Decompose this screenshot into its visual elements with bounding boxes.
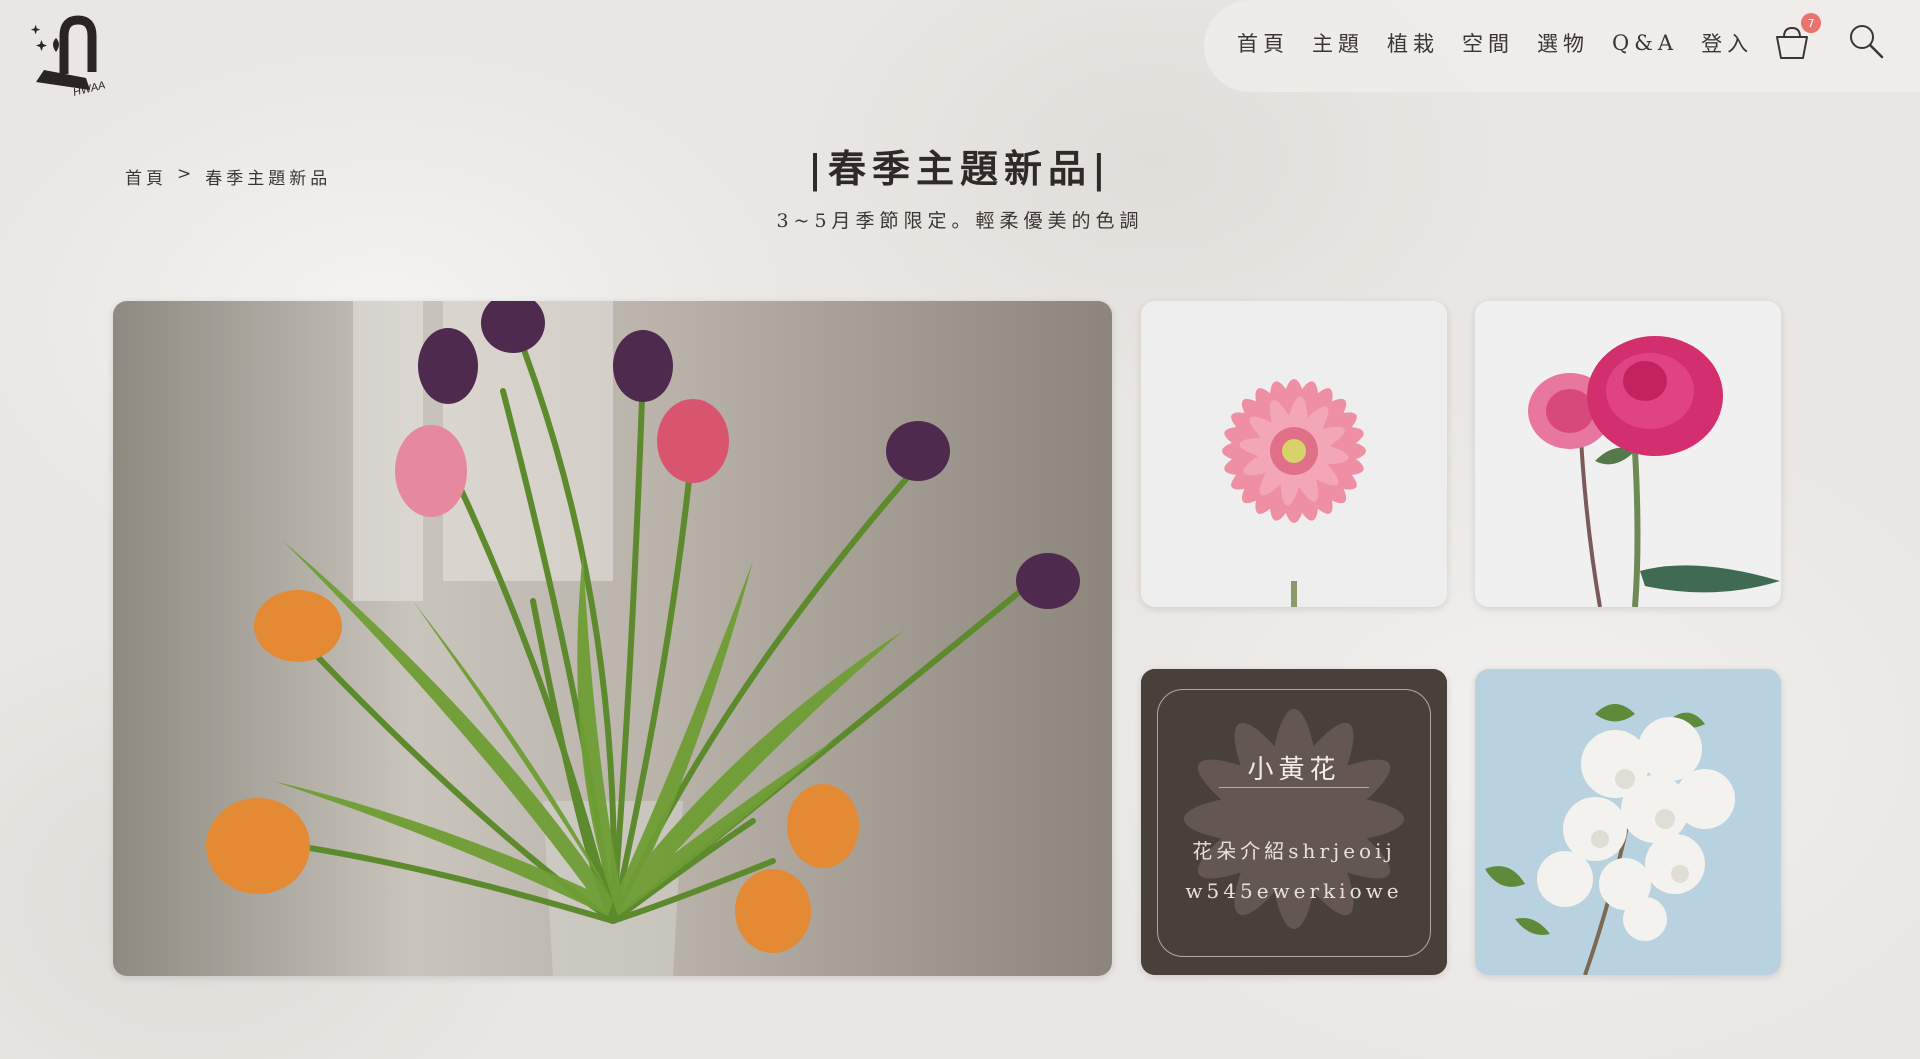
info-card-frame [1157, 689, 1431, 957]
nav-spaces[interactable]: 空間 [1462, 28, 1514, 58]
info-card-line-2: w545ewerkiowe [1185, 879, 1403, 903]
nav-home[interactable]: 首頁 [1237, 28, 1289, 58]
search-icon[interactable] [1846, 22, 1886, 62]
gerbera-image[interactable] [1141, 301, 1447, 607]
snowball-flower-image[interactable] [1475, 669, 1781, 975]
main-nav: 首頁 主題 植栽 空間 選物 Q&A 登入 [1237, 28, 1776, 58]
nav-qa[interactable]: Q&A [1612, 31, 1678, 55]
info-card-title: 小黃花 [1247, 755, 1341, 785]
rose-image[interactable] [1475, 301, 1781, 607]
nav-themes[interactable]: 主題 [1312, 28, 1364, 58]
info-card-divider [1219, 787, 1369, 788]
page-subtitle: 3~5月季節限定。輕柔優美的色調 [776, 210, 1144, 232]
info-card-line-1: 花朵介紹shrjeoij [1192, 839, 1396, 863]
page-title: |春季主題新品| [808, 146, 1112, 191]
nav-plants[interactable]: 植栽 [1387, 28, 1439, 58]
nav-selection[interactable]: 選物 [1537, 28, 1589, 58]
flower-info-card[interactable]: 小黃花 花朵介紹shrjeoij w545ewerkiowe [1141, 669, 1447, 975]
cart-count-badge: 7 [1801, 13, 1821, 33]
info-card-description: 花朵介紹shrjeoij w545ewerkiowe [1171, 831, 1417, 911]
hero-tulip-image[interactable] [113, 301, 1112, 976]
brand-logo[interactable]: HWAA [26, 14, 112, 100]
nav-login[interactable]: 登入 [1701, 28, 1753, 58]
